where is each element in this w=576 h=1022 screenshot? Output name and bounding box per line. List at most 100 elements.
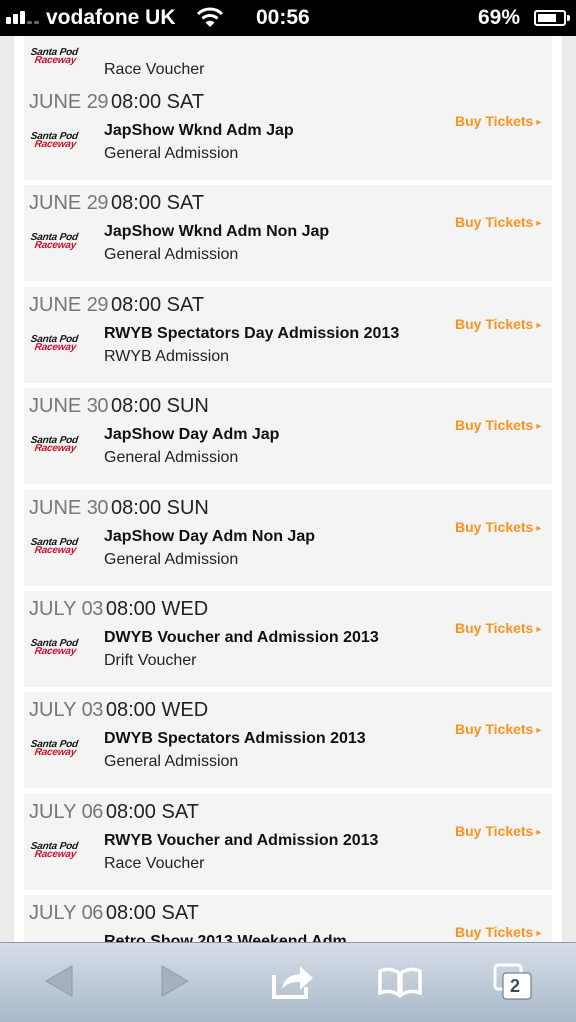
event-day: 03 xyxy=(81,598,104,620)
event-card[interactable]: JUNE 29 08:00 SAT Santa Pod Raceway JapSho… xyxy=(24,84,552,180)
event-card[interactable]: JUNE 29 08:00 SAT Santa Pod Raceway JapSho… xyxy=(24,185,552,281)
event-card[interactable]: JULY 0608:00 SAT Santa PodRaceway Retro … xyxy=(24,895,552,942)
event-time: 08:00 SAT xyxy=(111,294,205,316)
event-date: JUNE 29 08:00 SAT xyxy=(29,91,204,114)
buy-tickets-link[interactable]: Buy Tickets ▸ xyxy=(455,823,541,839)
santa-pod-logo: Santa Pod Raceway xyxy=(30,47,79,66)
event-title: Retro Show 2013 Weekend Adm xyxy=(104,933,347,942)
buy-tickets-label: Buy Tickets xyxy=(455,417,534,433)
tabs-button[interactable]: 2 xyxy=(492,961,534,1001)
event-month: JUNE xyxy=(29,192,82,214)
event-time: 08:00 WED xyxy=(105,699,209,721)
buy-tickets-label: Buy Tickets xyxy=(455,316,534,332)
event-month: JULY xyxy=(29,902,77,924)
event-day: 06 xyxy=(81,801,104,823)
event-subtitle: Drift Voucher xyxy=(104,652,197,669)
tabs-count: 2 xyxy=(510,976,521,996)
event-date: JULY 06 08:00 SAT xyxy=(29,902,199,925)
event-card[interactable]: JULY 03 08:00 WED Santa Pod Raceway DWYB V… xyxy=(24,591,552,687)
buy-tickets-link[interactable]: Buy Tickets ▸ xyxy=(455,113,541,129)
event-subtitle: Race Voucher xyxy=(104,61,205,78)
status-bar: vodafone UK 00:56 69% xyxy=(0,0,576,36)
buy-tickets-label: Buy Tickets xyxy=(455,113,534,129)
battery-percent: 69% xyxy=(478,6,521,29)
event-subtitle: General Admission xyxy=(104,551,239,568)
event-title: JapShow Wknd Adm Jap xyxy=(104,122,294,139)
event-day: 30 xyxy=(86,497,109,519)
event-title: DWYB Spectators Admission 2013 xyxy=(104,730,366,747)
share-icon[interactable] xyxy=(270,961,316,1001)
event-subtitle: General Admission xyxy=(104,246,239,263)
buy-tickets-link[interactable]: Buy Tickets ▸ xyxy=(455,924,541,940)
event-time: 08:00 SUN xyxy=(111,395,209,417)
event-day: 06 xyxy=(81,902,104,924)
browser-toolbar: 2 xyxy=(0,942,576,1022)
buy-tickets-label: Buy Tickets xyxy=(455,924,534,940)
event-title: RWYB Spectators Day Admission 2013 xyxy=(104,325,400,342)
event-title: JapShow Day Adm Non Jap xyxy=(104,528,315,545)
event-title: JapShow Wknd Adm Non Jap xyxy=(104,223,330,240)
buy-tickets-label: Buy Tickets xyxy=(455,519,534,535)
chevron-right-icon: ▸ xyxy=(536,218,542,229)
event-month: JUNE xyxy=(29,91,82,113)
chevron-right-icon: ▸ xyxy=(536,320,542,331)
event-day: 29 xyxy=(86,192,109,214)
event-subtitle: General Admission xyxy=(104,449,239,466)
event-time: 08:00 SAT xyxy=(105,801,199,823)
event-list[interactable]: Santa Pod Raceway Race Voucher JUNE 29 08:… xyxy=(0,36,576,942)
buy-tickets-label: Buy Tickets xyxy=(455,721,534,737)
event-day: 29 xyxy=(86,91,109,113)
event-subtitle: RWYB Admission xyxy=(104,348,230,365)
bookmarks-icon[interactable] xyxy=(376,961,424,1001)
event-time: 08:00 SUN xyxy=(111,497,209,519)
event-month: JUNE xyxy=(29,497,82,519)
event-day: 03 xyxy=(81,699,104,721)
back-arrow-icon[interactable] xyxy=(42,961,76,1001)
battery-icon xyxy=(534,10,570,26)
buy-tickets-link[interactable]: Buy Tickets ▸ xyxy=(455,519,541,535)
buy-tickets-link[interactable]: Buy Tickets ▸ xyxy=(455,316,541,332)
event-date: JUNE 30 08:00 SUN xyxy=(29,395,209,418)
carrier-name: vodafone UK xyxy=(46,6,176,29)
event-card[interactable]: JUNE 30 08:00 SUN Santa Pod Raceway JapSho… xyxy=(24,388,552,484)
buy-tickets-link[interactable]: Buy Tickets ▸ xyxy=(455,417,541,433)
buy-tickets-label: Buy Tickets xyxy=(455,214,534,230)
event-date: JULY 06 08:00 SAT xyxy=(29,801,199,824)
event-month: JULY xyxy=(29,801,77,823)
event-time: 08:00 SAT xyxy=(105,902,199,924)
forward-arrow-icon[interactable] xyxy=(158,961,192,1001)
chevron-right-icon: ▸ xyxy=(536,928,542,939)
buy-tickets-label: Buy Tickets xyxy=(455,620,534,636)
event-time: 08:00 SAT xyxy=(111,192,205,214)
event-time: 08:00 WED xyxy=(105,598,209,620)
event-card[interactable]: JUNE 29 08:00 SAT Santa Pod Raceway RWYB S… xyxy=(24,287,552,383)
buy-tickets-label: Buy Tickets xyxy=(455,823,534,839)
santa-pod-logo: Santa Pod Raceway xyxy=(30,638,79,657)
event-month: JULY xyxy=(29,699,77,721)
buy-tickets-link[interactable]: Buy Tickets ▸ xyxy=(455,721,541,737)
clock: 00:56 xyxy=(256,6,310,29)
buy-tickets-link[interactable]: Buy Tickets ▸ xyxy=(455,620,541,636)
santa-pod-logo: Santa Pod Raceway xyxy=(30,841,79,860)
signal-strength-icon xyxy=(6,11,39,24)
santa-pod-logo: Santa Pod Raceway xyxy=(30,131,79,150)
event-month: JUNE xyxy=(29,294,82,316)
event-day: 29 xyxy=(86,294,109,316)
santa-pod-logo: Santa Pod Raceway xyxy=(30,537,79,556)
santa-pod-logo: Santa Pod Raceway xyxy=(30,334,79,353)
event-date: JULY 03 08:00 WED xyxy=(29,598,208,621)
santa-pod-logo: Santa Pod Raceway xyxy=(30,232,79,251)
event-date: JULY 03 08:00 WED xyxy=(29,699,208,722)
event-month: JULY xyxy=(29,598,77,620)
santa-pod-logo: Santa Pod Raceway xyxy=(30,435,79,454)
event-month: JUNE xyxy=(29,395,82,417)
event-card[interactable]: JUNE 30 08:00 SUN Santa Pod Raceway JapSho… xyxy=(24,490,552,586)
event-card[interactable]: JULY 06 08:00 SAT Santa Pod Raceway RWYB V… xyxy=(24,794,552,890)
chevron-right-icon: ▸ xyxy=(536,117,542,128)
buy-tickets-link[interactable]: Buy Tickets ▸ xyxy=(455,214,541,230)
santa-pod-logo: Santa Pod Raceway xyxy=(30,739,79,758)
event-subtitle: Race Voucher xyxy=(104,855,205,872)
event-card[interactable]: JULY 03 08:00 WED Santa Pod Raceway DWYB S… xyxy=(24,692,552,788)
event-subtitle: General Admission xyxy=(104,145,239,162)
event-subtitle: General Admission xyxy=(104,753,239,770)
